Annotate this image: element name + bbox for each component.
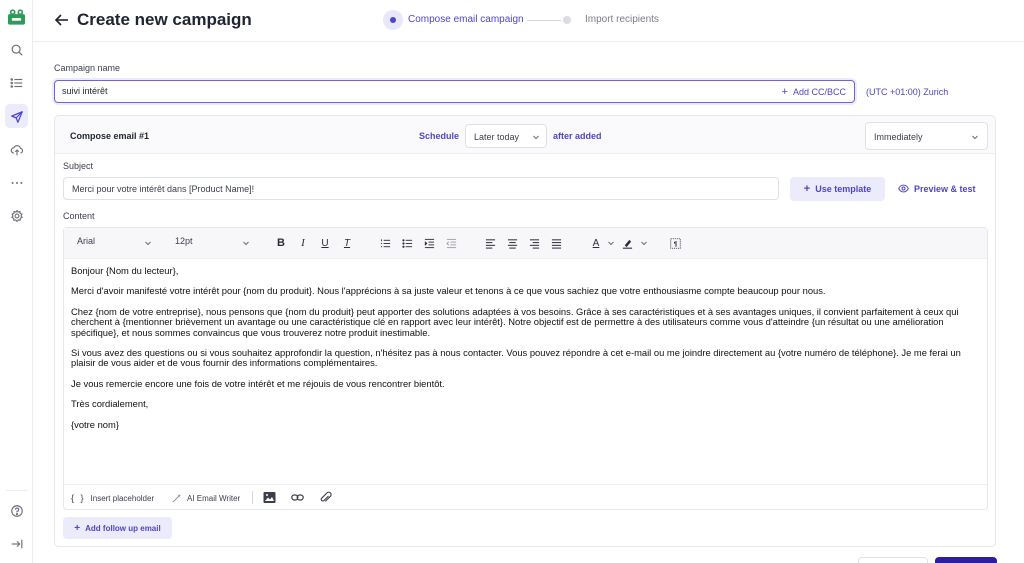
highlight-color-icon[interactable] — [621, 237, 633, 249]
email-body[interactable]: Bonjour {Nom du lecteur}, Merci d'avoir … — [71, 265, 979, 440]
source-code-icon[interactable]: ¶ — [669, 237, 681, 249]
search-icon[interactable] — [8, 41, 25, 58]
back-arrow-icon[interactable] — [53, 11, 71, 29]
add-follow-up-label: Add follow up email — [85, 523, 161, 533]
add-cc-bcc-label: Add CC/BCC — [792, 87, 846, 97]
compose-email-card: Compose email #1 Schedule Later today af… — [54, 115, 996, 547]
step-import-recipients[interactable]: Import recipients — [585, 14, 659, 25]
chevron-down-icon — [972, 135, 978, 140]
subject-value: Merci pour votre intérêt dans [Product N… — [72, 184, 255, 194]
compose-card-header: Compose email #1 Schedule Later today af… — [55, 116, 995, 154]
ordered-list-icon[interactable] — [379, 237, 391, 249]
campaign-name-value: suivi intérêt — [62, 86, 108, 96]
plus-icon: + — [781, 86, 788, 98]
underline-icon[interactable]: U — [319, 237, 331, 249]
campaign-name-label: Campaign name — [54, 63, 121, 73]
chevron-down-icon — [608, 241, 614, 246]
body-paragraph: Merci d'avoir manifesté votre intérêt po… — [71, 285, 826, 297]
editor-toolbar: Arial 12pt B I U T A ¶ — [64, 228, 987, 259]
body-paragraph: Très cordialement, — [71, 398, 149, 410]
ai-email-writer-button[interactable]: AI Email Writer — [171, 493, 240, 504]
sidebar — [0, 0, 33, 563]
attachment-icon[interactable] — [319, 491, 332, 504]
step-connector — [527, 20, 561, 21]
body-paragraph: Je vous remercie encore une fois de votr… — [71, 377, 445, 389]
step-compose-email[interactable]: Compose email campaign — [408, 14, 524, 25]
editor-bottom-bar: { } Insert placeholder AI Email Writer — [64, 484, 987, 509]
use-template-label: Use template — [815, 184, 872, 194]
use-template-button[interactable]: + Use template — [790, 177, 885, 201]
bullet-list-icon[interactable] — [401, 237, 413, 249]
subject-label: Subject — [63, 161, 94, 171]
chevron-down-icon — [243, 241, 249, 246]
insert-placeholder-button[interactable]: { } Insert placeholder — [71, 493, 154, 503]
body-paragraph: {votre nom} — [71, 418, 119, 430]
clear-format-icon[interactable]: T — [341, 237, 353, 249]
add-cc-bcc-button[interactable]: + Add CC/BCC — [782, 86, 846, 98]
preview-test-label: Preview & test — [914, 183, 976, 194]
body-paragraph: Bonjour {Nom du lecteur}, — [71, 265, 179, 276]
page-title: Create new campaign — [77, 10, 252, 29]
text-color-icon[interactable]: A — [590, 237, 602, 249]
indent-icon[interactable] — [423, 237, 435, 249]
more-dots-icon[interactable] — [8, 174, 25, 191]
bottom-bar-divider — [252, 491, 253, 504]
after-added-label: after added — [553, 131, 602, 141]
back-footer-button[interactable] — [858, 557, 928, 563]
bold-icon[interactable]: B — [275, 237, 287, 249]
list-icon[interactable] — [8, 74, 25, 91]
plus-icon: + — [803, 183, 811, 195]
schedule-value: Later today — [474, 132, 520, 142]
braces-icon: { } — [71, 493, 86, 503]
body-paragraph: Chez {nom de votre entreprise}, nous pen… — [71, 305, 959, 338]
help-icon[interactable] — [8, 502, 25, 519]
eye-icon — [898, 184, 909, 193]
insert-placeholder-label: Insert placeholder — [90, 493, 155, 503]
settings-icon[interactable] — [8, 207, 25, 224]
svg-text:¶: ¶ — [673, 240, 677, 247]
magic-wand-icon — [172, 493, 182, 503]
chevron-down-icon — [641, 241, 647, 246]
page-header: Create new campaign Compose email campai… — [33, 0, 1024, 42]
preview-test-button[interactable]: Preview & test — [898, 183, 976, 194]
align-left-icon[interactable] — [484, 237, 496, 249]
chevron-down-icon — [533, 135, 539, 140]
font-family-value: Arial — [77, 236, 96, 246]
collapse-icon[interactable] — [8, 535, 25, 552]
link-icon[interactable] — [291, 491, 304, 504]
sidebar-divider — [6, 490, 27, 491]
font-size-value: 12pt — [175, 236, 193, 246]
step-indicator-active — [383, 10, 403, 30]
compose-email-title: Compose email #1 — [70, 131, 150, 141]
font-size-select[interactable]: 12pt — [175, 236, 193, 246]
timing-value: Immediately — [874, 132, 923, 142]
image-icon[interactable] — [263, 491, 276, 504]
outdent-icon[interactable] — [445, 237, 457, 249]
upload-cloud-icon[interactable] — [8, 141, 25, 158]
campaign-name-input[interactable]: suivi intérêt + Add CC/BCC — [54, 80, 855, 103]
timezone-link[interactable]: (UTC +01:00) Zurich — [866, 87, 948, 97]
timing-select[interactable]: Immediately — [865, 122, 988, 150]
step-indicator-inactive — [563, 16, 571, 24]
chevron-down-icon — [145, 241, 151, 246]
ai-email-writer-label: AI Email Writer — [187, 494, 241, 503]
align-justify-icon[interactable] — [550, 237, 562, 249]
subject-input[interactable]: Merci pour votre intérêt dans [Product N… — [63, 177, 779, 200]
schedule-select[interactable]: Later today — [465, 124, 547, 148]
next-footer-button[interactable] — [935, 557, 997, 563]
italic-icon[interactable]: I — [297, 237, 309, 249]
body-paragraph: Si vous avez des questions ou si vous so… — [71, 347, 961, 369]
logo-icon — [7, 9, 26, 25]
font-family-select[interactable]: Arial — [77, 236, 95, 246]
content-label: Content — [63, 211, 95, 221]
email-content-editor[interactable]: Arial 12pt B I U T A ¶ Bonjour {Nom du l… — [63, 227, 988, 510]
add-follow-up-button[interactable]: + Add follow up email — [63, 517, 172, 539]
plus-icon: + — [74, 522, 81, 534]
send-icon[interactable] — [8, 108, 25, 125]
schedule-label: Schedule — [419, 131, 460, 141]
align-right-icon[interactable] — [528, 237, 540, 249]
align-center-icon[interactable] — [506, 237, 518, 249]
